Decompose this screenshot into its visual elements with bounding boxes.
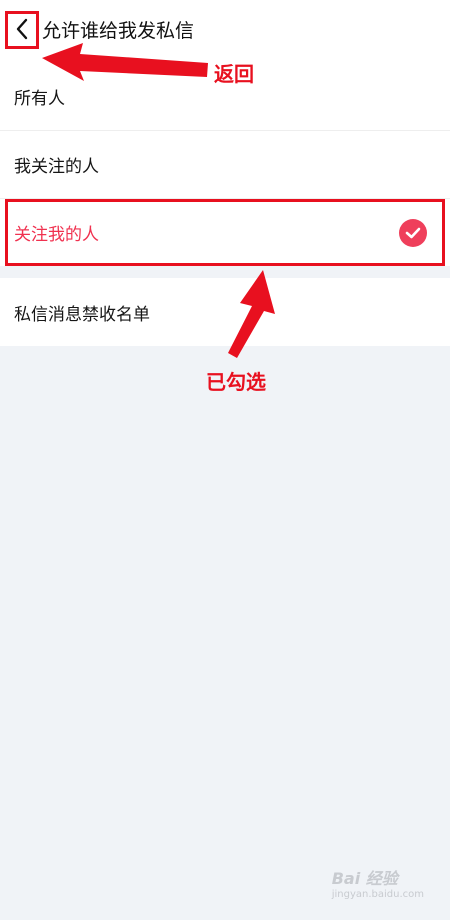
watermark-logo: Bai 经验 jingyan.baidu.com xyxy=(332,865,424,900)
option-label: 所有人 xyxy=(14,88,65,109)
checkmark-icon xyxy=(399,219,427,247)
option-my-followers[interactable]: 关注我的人 xyxy=(0,198,450,266)
page-title: 允许谁给我发私信 xyxy=(42,20,195,42)
section-gap xyxy=(0,266,450,278)
selected-annotation-label: 已勾选 xyxy=(206,370,266,394)
chevron-left-icon xyxy=(16,18,27,40)
option-label: 我关注的人 xyxy=(14,157,99,177)
watermark-text: Bai 经验 xyxy=(331,869,398,888)
watermark-subtext: jingyan.baidu.com xyxy=(331,889,424,900)
option-people-i-follow[interactable]: 我关注的人 xyxy=(0,130,450,198)
top-bar: 允许谁给我发私信 xyxy=(0,0,450,62)
back-annotation-label: 返回 xyxy=(214,62,254,86)
message-blocklist-item[interactable]: 私信消息禁收名单 xyxy=(0,278,450,346)
privacy-options-list: 所有人 我关注的人 关注我的人 私信消息禁收名单 xyxy=(0,62,450,346)
back-button[interactable] xyxy=(5,11,38,47)
option-label: 关注我的人 xyxy=(14,225,99,245)
blocklist-label: 私信消息禁收名单 xyxy=(14,304,150,325)
